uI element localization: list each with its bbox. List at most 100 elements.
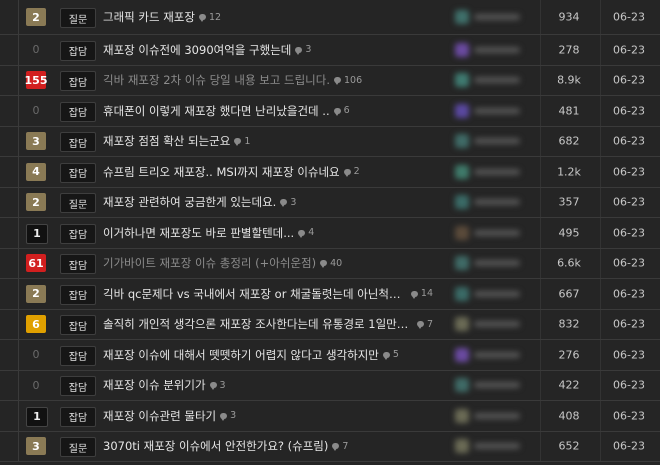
post-row[interactable]: 61 잡담 기가바이트 재포장 이슈 총정리 (+아쉬운점) 40 6.6k 0… [0, 248, 660, 279]
column-divider [600, 65, 601, 95]
category-tag[interactable]: 잡담 [60, 254, 96, 275]
post-title-link[interactable]: 솔직히 개인적 생각으론 재포장 조사한다는데 유통경로 1일만에... 7 [103, 316, 433, 332]
post-row[interactable]: 3 질문 3070ti 재포장 이슈에서 안전한가요? (슈프림) 7 652 … [0, 431, 660, 462]
post-row[interactable]: 3 잡담 재포장 점점 확산 되는군요 1 682 06-23 [0, 126, 660, 157]
comment-count[interactable]: 2 [343, 166, 360, 177]
post-title[interactable]: 재포장 이슈에 대해서 뗏뗏하기 어렵지 않다고 생각하지만 [103, 347, 379, 363]
comment-count[interactable]: 40 [320, 258, 342, 269]
category-tag[interactable]: 질문 [60, 437, 96, 458]
post-title-link[interactable]: 휴대폰이 이렇게 재포장 했다면 난리났을건데 .. 6 [103, 103, 350, 119]
comment-count[interactable]: 6 [333, 105, 350, 116]
comment-count[interactable]: 12 [198, 12, 221, 23]
post-title-link[interactable]: 기가바이트 재포장 이슈 총정리 (+아쉬운점) 40 [103, 255, 342, 271]
post-title[interactable]: 재포장 관련하여 궁금한게 있는데요. [103, 194, 276, 210]
author-avatar [455, 256, 469, 271]
vote-count-badge: 4 [26, 162, 46, 181]
post-title-link[interactable]: 이거하나면 재포장도 바로 판별할텐데... 4 [103, 225, 314, 241]
post-title[interactable]: 긱바 qc문제다 vs 국내에서 재포장 or 채굴돌렷는데 아닌척했다... [103, 286, 407, 302]
comment-count[interactable]: 3 [295, 44, 311, 55]
category-tag[interactable]: 잡담 [60, 223, 96, 244]
author-name-blurred [474, 229, 520, 236]
view-count: 481 [558, 104, 580, 118]
author[interactable] [455, 225, 520, 240]
category-tag[interactable]: 잡담 [60, 315, 96, 336]
post-title[interactable]: 재포장 이슈관련 물타기 [103, 408, 216, 424]
author[interactable] [455, 439, 520, 454]
post-title[interactable]: 이거하나면 재포장도 바로 판별할텐데... [103, 225, 294, 241]
post-row[interactable]: 0 잡담 휴대폰이 이렇게 재포장 했다면 난리났을건데 .. 6 481 06… [0, 96, 660, 127]
post-title[interactable]: 휴대폰이 이렇게 재포장 했다면 난리났을건데 .. [103, 103, 330, 119]
post-row[interactable]: 0 잡담 재포장 이슈전에 3090여억을 구했는데 3 278 06-23 [0, 35, 660, 66]
post-row[interactable]: 2 잡담 긱바 qc문제다 vs 국내에서 재포장 or 채굴돌렷는데 아닌척했… [0, 279, 660, 310]
post-title-link[interactable]: 재포장 점점 확산 되는군요 1 [103, 133, 250, 149]
vote-count-badge: 2 [26, 8, 46, 26]
category-tag[interactable]: 잡담 [60, 376, 96, 397]
author[interactable] [455, 195, 520, 210]
comment-count[interactable]: 106 [334, 75, 362, 86]
author[interactable] [455, 103, 520, 118]
post-title[interactable]: 재포장 이슈전에 3090여억을 구했는데 [103, 42, 291, 58]
author[interactable] [455, 256, 520, 271]
post-title-link[interactable]: 3070ti 재포장 이슈에서 안전한가요? (슈프림) 7 [103, 438, 348, 454]
post-row[interactable]: 2 질문 그래픽 카드 재포장 12 934 06-23 [0, 0, 660, 35]
post-row[interactable]: 6 잡담 솔직히 개인적 생각으론 재포장 조사한다는데 유통경로 1일만에..… [0, 309, 660, 340]
category-tag[interactable]: 잡담 [60, 71, 96, 92]
post-title[interactable]: 슈프림 트리오 재포장.. MSI까지 재포장 이슈네요 [103, 164, 340, 180]
author[interactable] [455, 286, 520, 301]
post-title-link[interactable]: 재포장 이슈에 대해서 뗏뗏하기 어렵지 않다고 생각하지만 5 [103, 347, 399, 363]
post-row[interactable]: 0 잡담 재포장 이슈 분위기가 3 422 06-23 [0, 370, 660, 401]
post-title-link[interactable]: 긱바 재포장 2차 이슈 당일 내용 보고 드립니다. 106 [103, 72, 362, 88]
post-title[interactable]: 3070ti 재포장 이슈에서 안전한가요? (슈프림) [103, 438, 328, 454]
category-tag[interactable]: 잡담 [60, 40, 96, 61]
post-row[interactable]: 4 잡담 슈프림 트리오 재포장.. MSI까지 재포장 이슈네요 2 1.2k… [0, 157, 660, 188]
post-title[interactable]: 그래픽 카드 재포장 [103, 9, 195, 25]
author[interactable] [455, 347, 520, 362]
post-title[interactable]: 재포장 이슈 분위기가 [103, 377, 206, 393]
author[interactable] [455, 317, 520, 332]
post-title-link[interactable]: 재포장 이슈관련 물타기 3 [103, 408, 236, 424]
post-row[interactable]: 2 질문 재포장 관련하여 궁금한게 있는데요. 3 357 06-23 [0, 187, 660, 218]
post-row[interactable]: 1 잡담 이거하나면 재포장도 바로 판별할텐데... 4 495 06-23 [0, 218, 660, 249]
post-row[interactable]: 155 잡담 긱바 재포장 2차 이슈 당일 내용 보고 드립니다. 106 8… [0, 65, 660, 96]
post-title[interactable]: 솔직히 개인적 생각으론 재포장 조사한다는데 유통경로 1일만에... [103, 316, 413, 332]
post-title-link[interactable]: 그래픽 카드 재포장 12 [103, 9, 221, 25]
category-tag[interactable]: 잡담 [60, 132, 96, 153]
author[interactable] [455, 134, 520, 149]
comment-count[interactable]: 3 [220, 410, 236, 421]
post-title-link[interactable]: 재포장 이슈전에 3090여억을 구했는데 3 [103, 42, 311, 58]
category-tag[interactable]: 질문 [60, 193, 96, 214]
category-tag[interactable]: 잡담 [60, 284, 96, 305]
post-row[interactable]: 1 잡담 재포장 이슈관련 물타기 3 408 06-23 [0, 401, 660, 432]
author[interactable] [455, 378, 520, 393]
row-left-border [18, 340, 19, 370]
category-tag[interactable]: 잡담 [60, 406, 96, 427]
author[interactable] [455, 408, 520, 423]
author[interactable] [455, 164, 520, 179]
comment-count[interactable]: 3 [280, 197, 296, 208]
comment-count[interactable]: 4 [298, 227, 314, 238]
author[interactable] [455, 10, 520, 24]
author-avatar [455, 134, 469, 149]
post-title[interactable]: 긱바 재포장 2차 이슈 당일 내용 보고 드립니다. [103, 72, 330, 88]
post-title[interactable]: 기가바이트 재포장 이슈 총정리 (+아쉬운점) [103, 255, 316, 271]
comment-count[interactable]: 3 [209, 380, 226, 391]
post-title-link[interactable]: 슈프림 트리오 재포장.. MSI까지 재포장 이슈네요 2 [103, 164, 360, 180]
category-tag[interactable]: 잡담 [60, 162, 96, 183]
category-tag[interactable]: 질문 [60, 8, 96, 28]
comment-count[interactable]: 1 [234, 136, 250, 147]
vote-count-badge: 1 [26, 406, 48, 427]
category-tag[interactable]: 잡담 [60, 345, 96, 366]
author[interactable] [455, 73, 520, 88]
category-tag[interactable]: 잡담 [60, 101, 96, 122]
author[interactable] [455, 42, 520, 57]
comment-count[interactable]: 7 [416, 319, 433, 330]
comment-count[interactable]: 7 [332, 441, 348, 452]
post-title-link[interactable]: 재포장 관련하여 궁금한게 있는데요. 3 [103, 194, 296, 210]
post-row[interactable]: 0 잡담 재포장 이슈에 대해서 뗏뗏하기 어렵지 않다고 생각하지만 5 27… [0, 340, 660, 371]
comment-count[interactable]: 14 [410, 288, 433, 299]
comment-count[interactable]: 5 [382, 349, 399, 360]
comment-icon [280, 199, 288, 208]
post-title-link[interactable]: 긱바 qc문제다 vs 국내에서 재포장 or 채굴돌렷는데 아닌척했다... … [103, 286, 433, 302]
post-title-link[interactable]: 재포장 이슈 분위기가 3 [103, 377, 226, 393]
post-title[interactable]: 재포장 점점 확산 되는군요 [103, 133, 230, 149]
